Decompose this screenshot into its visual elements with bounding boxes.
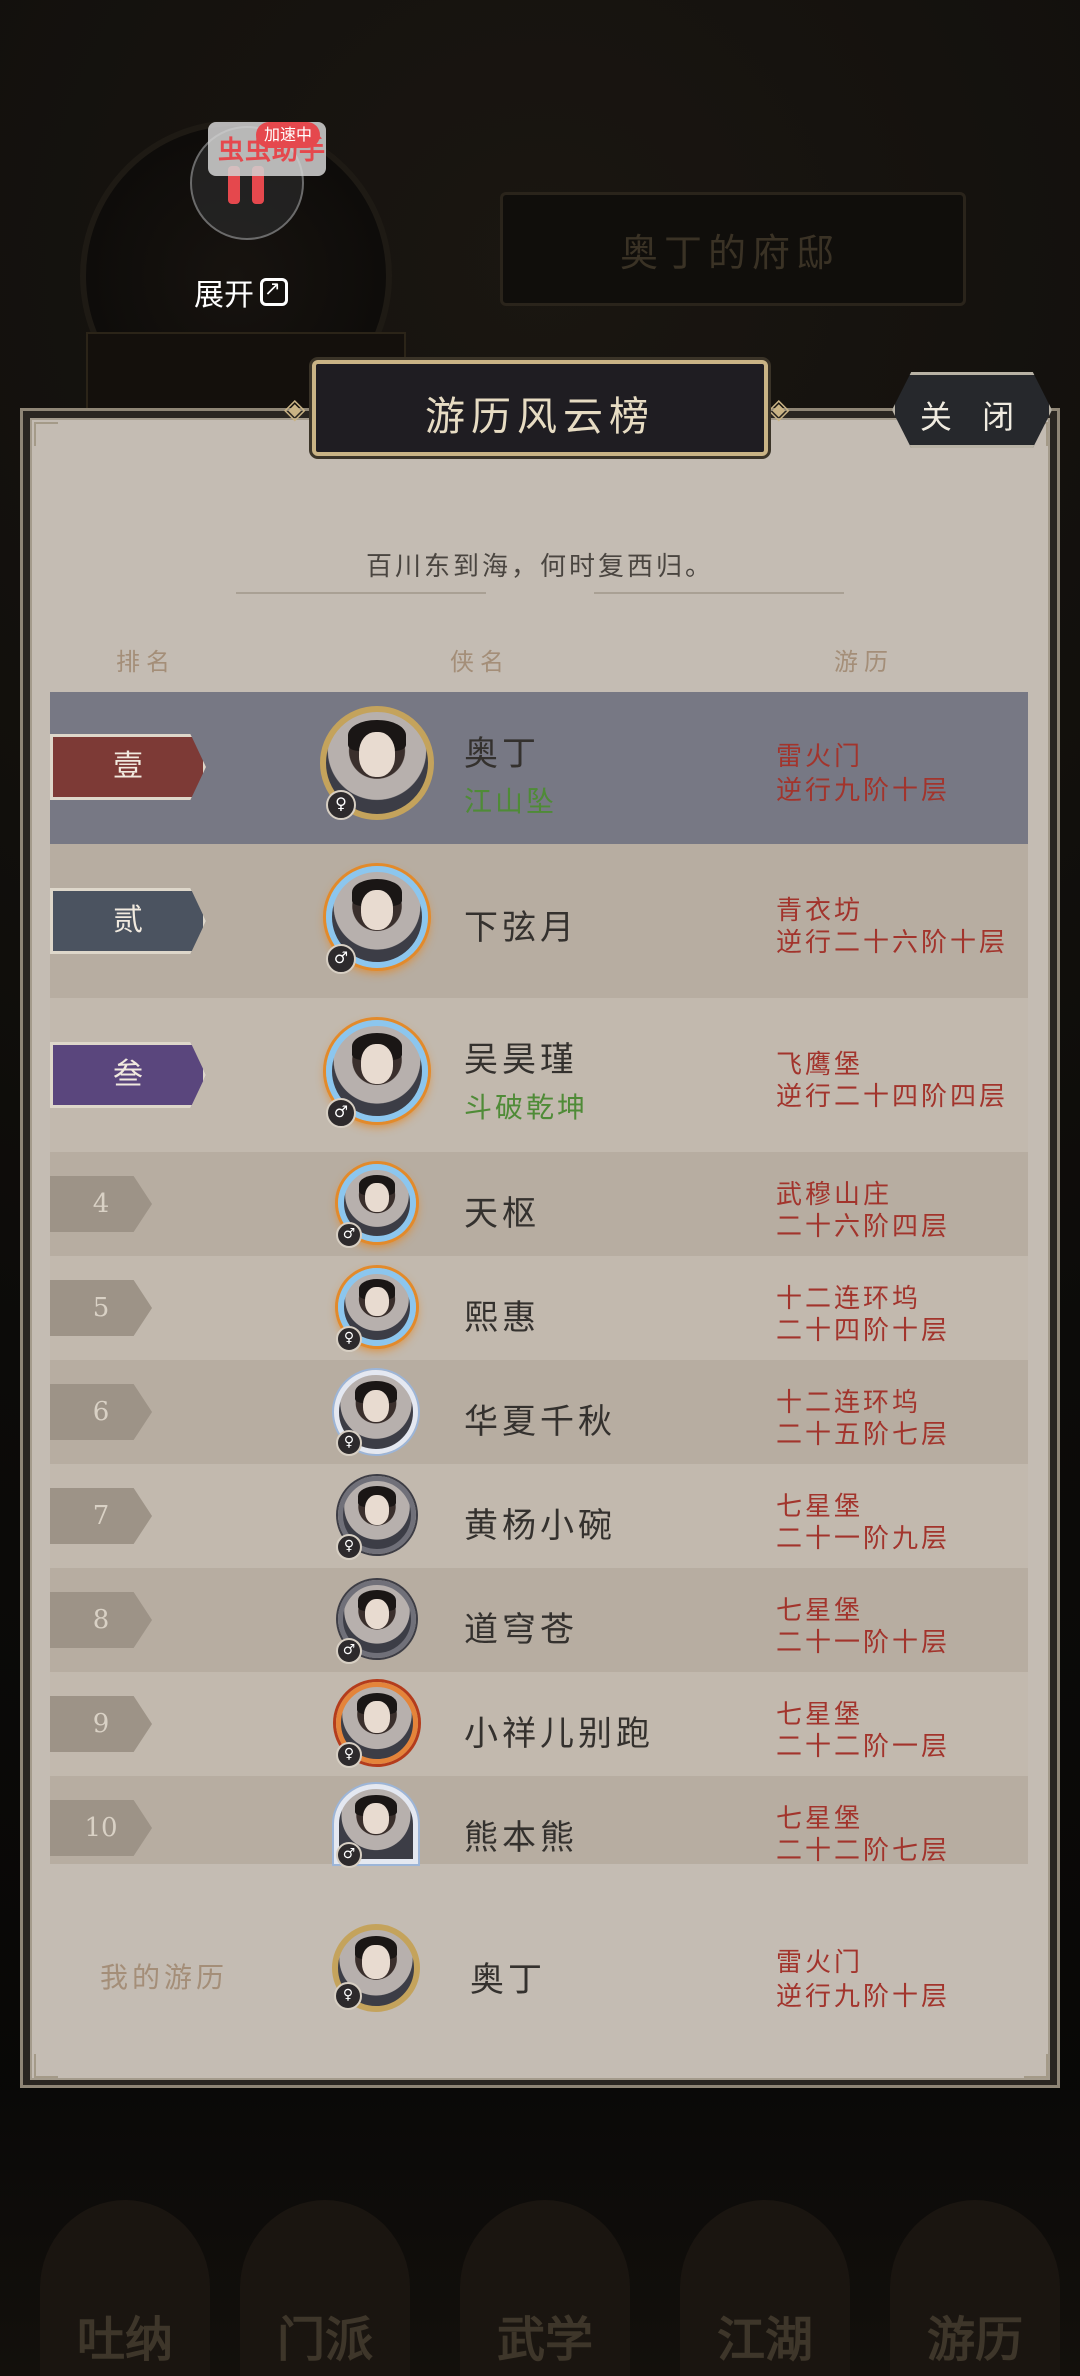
corner-ornament-icon — [1024, 2054, 1048, 2078]
my-record-label: 我的游历 — [100, 1961, 229, 1994]
expand-label: 展开 — [194, 278, 254, 313]
rank-flag-bronze: 叁 — [50, 1042, 206, 1108]
rank-number-tab: 10 — [50, 1800, 152, 1856]
rank-number-tab: 5 — [50, 1280, 152, 1336]
background-mansion-title: 奥丁的府邸 — [619, 231, 840, 275]
expand-icon — [260, 276, 288, 306]
bottom-tab-travel-label: 游历 — [926, 2312, 1023, 2368]
player-name: 天枢 — [464, 1194, 540, 1234]
player-name: 黄杨小碗 — [464, 1506, 616, 1546]
player-name: 小祥儿别跑 — [464, 1714, 654, 1754]
rank-flag-gold: 壹 — [50, 734, 206, 800]
rank-number-tab: 6 — [50, 1384, 152, 1440]
column-header-rank: 排名 — [116, 648, 176, 676]
panel-title: 游历风云榜 — [425, 394, 655, 440]
bottom-tab-tuna-label: 吐纳 — [76, 2312, 173, 2368]
rank-number-tab: 7 — [50, 1488, 152, 1544]
gender-female-icon: ♀ — [334, 1982, 362, 2010]
player-name: 道穹苍 — [464, 1610, 578, 1650]
column-header-name: 侠名 — [450, 648, 510, 676]
recorder-status-pill: 加速中 — [256, 122, 321, 148]
player-name: 下弦月 — [464, 908, 578, 948]
gender-female-icon: ♀ — [336, 1742, 362, 1768]
player-progress: 二十四阶十层 — [776, 1316, 951, 1346]
player-name: 吴昊瑾 — [464, 1040, 578, 1080]
player-progress: 二十一阶九层 — [776, 1524, 951, 1554]
player-progress: 二十六阶四层 — [776, 1212, 951, 1242]
player-title: 斗破乾坤 — [464, 1091, 589, 1124]
rank-number-tab: 4 — [50, 1176, 152, 1232]
corner-ornament-icon — [34, 422, 58, 446]
motto-divider-right — [594, 592, 844, 594]
title-wing-left-icon: ◈ — [284, 392, 306, 425]
player-progress: 逆行二十四阶四层 — [776, 1082, 1009, 1112]
gender-male-icon: ♂ — [336, 1222, 362, 1248]
rank-number-tab: 8 — [50, 1592, 152, 1648]
gender-female-icon: ♀ — [336, 1534, 362, 1560]
my-player-name: 奥丁 — [470, 1960, 546, 2000]
my-player-sect: 雷火门 — [776, 1948, 864, 1978]
column-header-progress: 游历 — [834, 648, 894, 676]
bottom-tab-martial-label: 武学 — [496, 2312, 593, 2368]
player-progress: 二十二阶一层 — [776, 1732, 951, 1762]
player-title: 江山坠 — [464, 785, 558, 818]
gender-male-icon: ♂ — [326, 944, 356, 974]
player-progress: 二十五阶七层 — [776, 1420, 951, 1450]
title-wing-right-icon: ◈ — [768, 392, 790, 425]
player-progress: 二十二阶七层 — [776, 1836, 951, 1866]
rank-number-tab: 9 — [50, 1696, 152, 1752]
player-name: 华夏千秋 — [464, 1402, 616, 1442]
gender-male-icon: ♂ — [326, 1098, 356, 1128]
gender-male-icon: ♂ — [336, 1638, 362, 1664]
player-progress: 逆行二十六阶十层 — [776, 928, 1009, 958]
rank-flag-silver: 贰 — [50, 888, 206, 954]
gender-female-icon: ♀ — [326, 790, 356, 820]
corner-ornament-icon — [34, 2054, 58, 2078]
bottom-tab-jianghu-label: 江湖 — [716, 2312, 813, 2368]
player-sect: 雷火门 — [776, 742, 864, 772]
player-name: 熙惠 — [464, 1298, 540, 1338]
close-button-label[interactable]: 关 闭 — [892, 392, 1052, 438]
recorder-expand-button[interactable]: 展开 — [194, 270, 288, 314]
motto-text: 百川东到海，何时复西归。 — [365, 552, 714, 582]
player-progress: 逆行九阶十层 — [776, 776, 951, 806]
player-name: 熊本熊 — [464, 1818, 578, 1858]
gender-female-icon: ♀ — [336, 1326, 362, 1352]
gender-male-icon: ♂ — [336, 1842, 362, 1868]
my-player-progress: 逆行九阶十层 — [776, 1982, 951, 2012]
player-name: 奥丁 — [464, 734, 540, 774]
motto-divider-left — [236, 592, 486, 594]
player-progress: 二十一阶十层 — [776, 1628, 951, 1658]
bottom-tab-sect-label: 门派 — [276, 2312, 373, 2368]
gender-female-icon: ♀ — [336, 1430, 362, 1456]
